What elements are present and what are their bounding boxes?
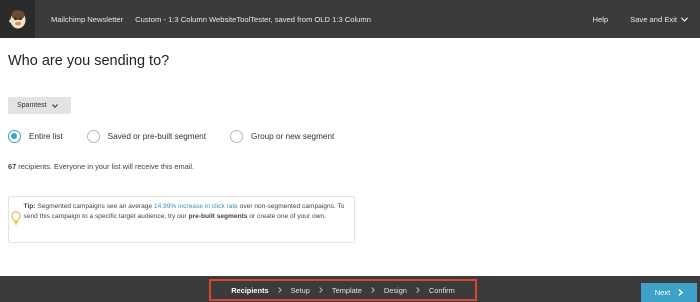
step-setup[interactable]: Setup [291,286,310,295]
save-and-exit-button[interactable]: Save and Exit [630,15,688,24]
help-link[interactable]: Help [593,15,609,24]
lightbulb-icon [11,211,22,225]
save-and-exit-label: Save and Exit [630,14,677,24]
pre-built-segments-text: pre-built segments [188,213,248,220]
recipients-description: recipients. Everyone in your list will r… [18,162,195,171]
radio-button[interactable] [229,129,243,143]
tip-text-part: or create one of your own. [249,213,326,220]
mailchimp-logo[interactable] [0,0,35,38]
tip-box: Tip: Segmented campaigns see an average … [8,196,355,243]
tip-text: Tip: Segmented campaigns see an average … [24,197,354,222]
list-dropdown-value: Spamtest [17,102,47,109]
chevron-right-icon [319,287,323,293]
mailchimp-logo-icon [8,10,25,29]
next-button[interactable]: Next [641,283,697,302]
campaign-title: Mailchimp Newsletter Custom - 1:3 Column … [51,15,371,24]
tip-text-part: Segmented campaigns see an average [37,203,153,210]
campaign-steps-nav: Recipients Setup Template Design Confirm [209,279,477,301]
chevron-down-icon [681,16,688,22]
chevron-down-icon [51,103,58,108]
chevron-right-icon [277,287,282,293]
recipients-summary: 67 recipients. Everyone in your list wil… [8,162,194,171]
radio-label: Group or new segment [250,131,335,141]
step-recipients[interactable]: Recipients [231,286,268,295]
step-confirm[interactable]: Confirm [429,286,455,295]
page-title: Who are you sending to? [8,53,170,69]
radio-button[interactable] [86,129,100,143]
click-rate-link[interactable]: 14.99% increase in click rate [154,203,238,210]
segment-radio-group: Entire list Saved or pre-built segment G… [8,129,350,143]
step-template[interactable]: Template [332,286,362,295]
chevron-right-icon [416,287,420,293]
chevron-right-icon [371,287,375,293]
radio-group-segment[interactable]: Group or new segment [229,129,335,143]
next-button-label: Next [654,288,671,297]
radio-label: Saved or pre-built segment [107,131,206,141]
radio-label: Entire list [29,131,63,141]
radio-button-checked[interactable] [8,129,21,143]
radio-saved-segment[interactable]: Saved or pre-built segment [86,129,206,143]
recipients-count: 67 [8,162,17,171]
campaign-template: Custom - 1:3 Column WebsiteToolTester, s… [135,14,371,24]
campaign-name: Mailchimp Newsletter [51,14,124,24]
top-bar: Mailchimp Newsletter Custom - 1:3 Column … [0,0,700,38]
tip-icon-wrapper [9,197,24,225]
chevron-right-icon [678,289,684,296]
list-dropdown[interactable]: Spamtest [8,97,71,114]
step-design[interactable]: Design [384,286,407,295]
radio-entire-list[interactable]: Entire list [8,129,63,143]
tip-label: Tip: [23,203,36,210]
